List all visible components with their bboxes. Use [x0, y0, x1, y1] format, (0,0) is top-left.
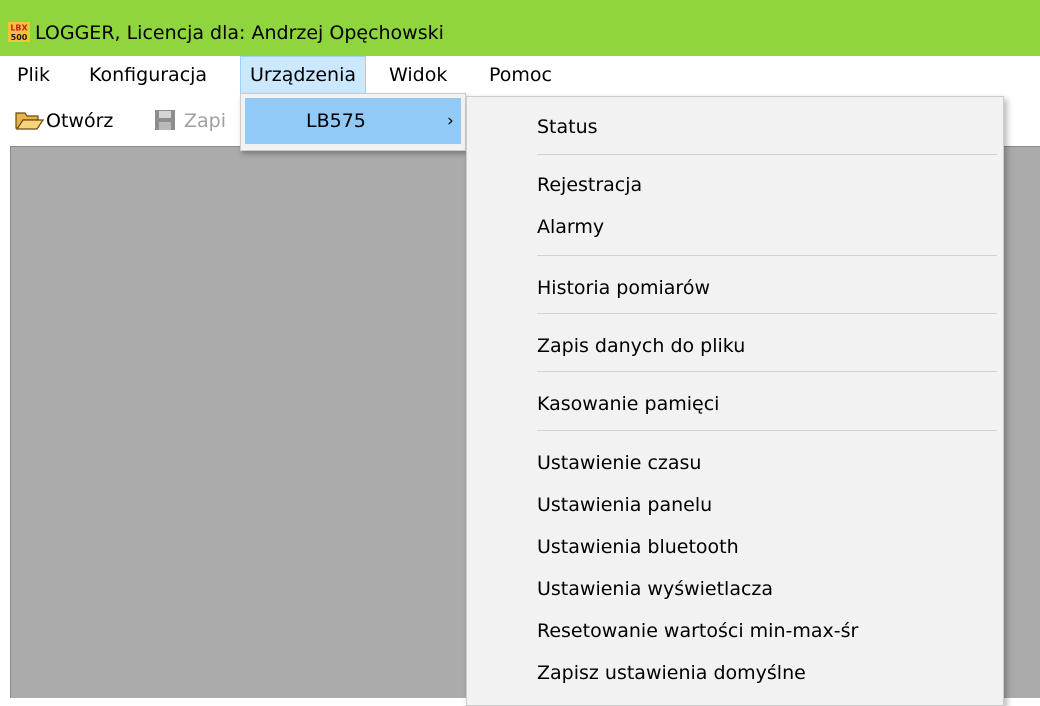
- menu-item-label: Alarmy: [537, 216, 605, 238]
- svg-text:LBX: LBX: [10, 24, 28, 33]
- submenu-item-lb575[interactable]: LB575 ›: [245, 98, 461, 144]
- menu-item-historia-pomiarow[interactable]: Historia pomiarów: [467, 272, 1003, 304]
- menu-item-zapisz-ustawienia[interactable]: Zapisz ustawienia domyślne: [467, 657, 1003, 689]
- menu-item-label: Resetowanie wartości min-max-śr: [537, 620, 859, 642]
- app-logo-icon: LBX 500: [8, 22, 30, 42]
- menu-item-label: Zapis danych do pliku: [537, 335, 746, 357]
- menu-item-zapis-danych[interactable]: Zapis danych do pliku: [467, 330, 1003, 362]
- folder-open-icon: [15, 112, 44, 130]
- menu-item-label: Rejestracja: [537, 174, 643, 196]
- menu-item-status[interactable]: Status: [467, 111, 1003, 143]
- menu-item-label: Kasowanie pamięci: [537, 393, 720, 415]
- menu-item-rejestracja[interactable]: Rejestracja: [467, 169, 1003, 201]
- svg-text:500: 500: [11, 33, 28, 42]
- chevron-right-icon: ›: [447, 111, 454, 131]
- menu-widok[interactable]: Widok: [380, 56, 456, 94]
- menu-separator: [537, 154, 997, 155]
- save-button[interactable]: Zapi: [152, 108, 242, 134]
- urzadzenia-submenu: LB575 ›: [240, 93, 466, 151]
- menu-separator: [537, 430, 997, 431]
- submenu-item-label: LB575: [306, 110, 366, 132]
- menu-item-ustawienia-panelu[interactable]: Ustawienia panelu: [467, 489, 1003, 521]
- menu-separator: [537, 313, 997, 314]
- menu-item-label: Historia pomiarów: [537, 277, 710, 299]
- menu-item-label: Status: [537, 116, 598, 138]
- menu-pomoc[interactable]: Pomoc: [480, 56, 561, 94]
- window-title: LOGGER, Licencja dla: Andrzej Opęchowski: [35, 22, 444, 44]
- title-bar: LBX 500 LOGGER, Licencja dla: Andrzej Op…: [0, 0, 1040, 56]
- save-label: Zapi: [184, 110, 226, 132]
- menu-item-label: Ustawienia wyświetlacza: [537, 578, 774, 600]
- floppy-disk-icon: [155, 110, 175, 130]
- menu-item-label: Zapisz ustawienia domyślne: [537, 662, 806, 684]
- menu-separator: [537, 255, 997, 256]
- menu-item-ustawienia-bluetooth[interactable]: Ustawienia bluetooth: [467, 531, 1003, 563]
- menu-separator: [537, 371, 997, 372]
- menu-item-label: Ustawienie czasu: [537, 452, 702, 474]
- menu-item-ustawienie-czasu[interactable]: Ustawienie czasu: [467, 447, 1003, 479]
- menu-plik[interactable]: Plik: [8, 56, 59, 94]
- menu-item-kasowanie-pamieci[interactable]: Kasowanie pamięci: [467, 388, 1003, 420]
- open-label: Otwórz: [46, 110, 114, 132]
- menu-item-ustawienia-wyswietlacza[interactable]: Ustawienia wyświetlacza: [467, 573, 1003, 605]
- menu-konfiguracja[interactable]: Konfiguracja: [80, 56, 216, 94]
- menu-item-resetowanie-wartosci[interactable]: Resetowanie wartości min-max-śr: [467, 615, 1003, 647]
- menu-item-label: Ustawienia bluetooth: [537, 536, 739, 558]
- menu-bar: Plik Konfiguracja Urządzenia Widok Pomoc: [0, 56, 1040, 94]
- open-button[interactable]: Otwórz: [14, 108, 134, 134]
- menu-item-label: Ustawienia panelu: [537, 494, 713, 516]
- device-context-menu: Status Rejestracja Alarmy Historia pomia…: [466, 96, 1004, 706]
- menu-item-alarmy[interactable]: Alarmy: [467, 211, 1003, 243]
- menu-urzadzenia[interactable]: Urządzenia: [240, 56, 367, 94]
